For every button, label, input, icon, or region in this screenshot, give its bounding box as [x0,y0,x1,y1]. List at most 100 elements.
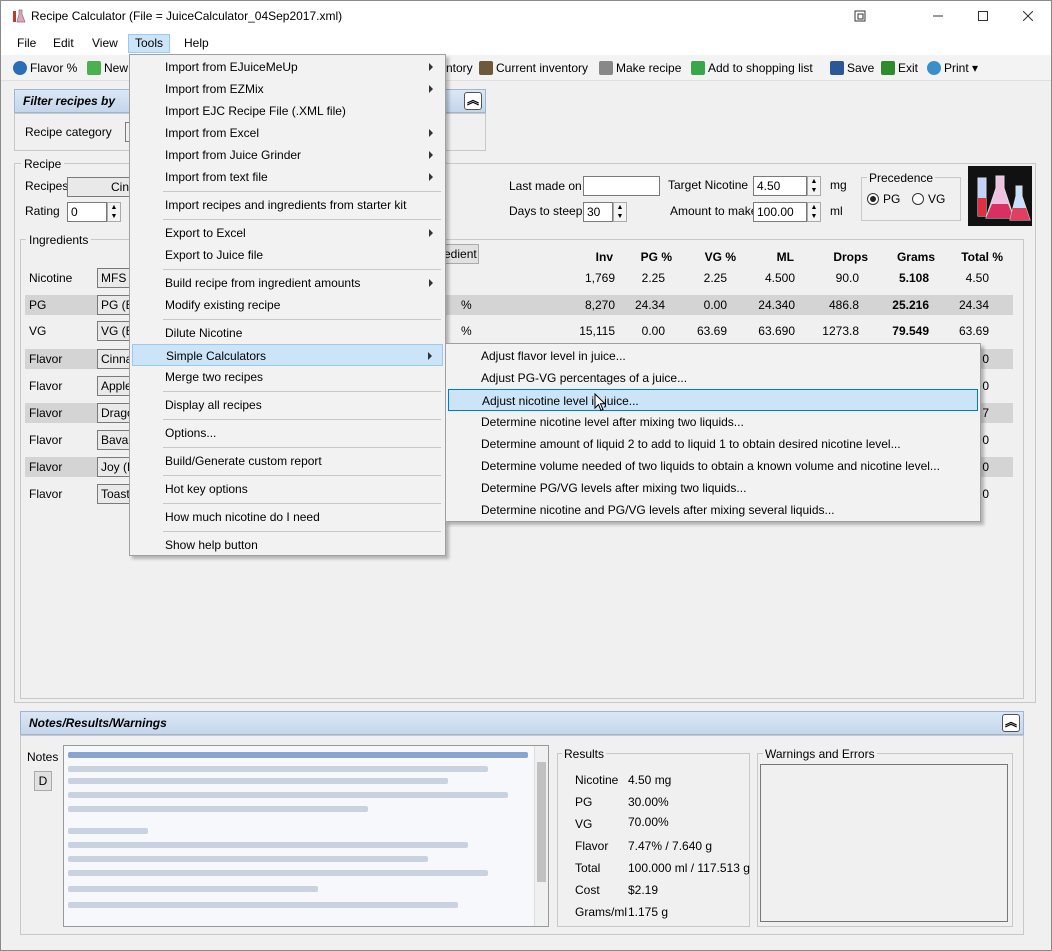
collapse-icon[interactable]: ︽ [1002,714,1020,732]
cell-total: 63.69 [958,324,989,338]
menu-import-ejuicemeup[interactable]: Import from EJuiceMeUp [132,56,443,78]
vg-radio[interactable]: VG [912,192,945,206]
result-key: Total [575,861,601,875]
target-nicotine-input[interactable]: 4.50 [753,176,807,196]
add-shopping-button[interactable]: Add to shopping list [691,60,813,76]
percent-unit: % [461,324,472,338]
notes-scrollbar[interactable] [534,746,548,926]
minimize-button[interactable] [915,1,961,32]
menu-item-label: Import from EJuiceMeUp [165,60,298,74]
menu-item-label: Show help button [165,538,258,552]
maximize-button[interactable] [960,1,1006,32]
menu-simple-calculators[interactable]: Simple Calculators [132,344,443,366]
cell-drops: 486.8 [828,298,859,312]
recipes-label: Recipes [25,179,69,193]
menu-edit[interactable]: Edit [47,35,80,54]
warnings-textarea[interactable] [760,764,1008,922]
menu-separator [163,191,441,192]
menu-import-ejc[interactable]: Import EJC Recipe File (.XML file) [132,100,443,122]
menu-help[interactable]: Help [178,35,215,54]
collapse-icon[interactable]: ︽ [464,92,482,110]
calc-adjust-flavor[interactable]: Adjust flavor level in juice... [448,345,978,367]
title-bar: Recipe Calculator (File = JuiceCalculato… [1,1,1051,32]
menu-file[interactable]: File [11,35,42,54]
calc-several-liquids[interactable]: Determine nicotine and PG/VG levels afte… [448,499,978,521]
menu-custom-report[interactable]: Build/Generate custom report [132,450,443,472]
col-header-vg: VG % [704,250,736,264]
rating-input[interactable]: 0 [67,202,107,222]
menu-view[interactable]: View [86,35,124,54]
menu-item-label: Dilute Nicotine [165,326,243,340]
amount-unit: ml [830,204,843,218]
print-icon [927,61,941,75]
calc-pgvg-after-mixing[interactable]: Determine PG/VG levels after mixing two … [448,477,978,499]
calc-nicotine-after-mixing[interactable]: Determine nicotine level after mixing tw… [448,411,978,433]
menu-show-help[interactable]: Show help button [132,534,443,556]
menu-tools[interactable]: Tools [128,34,171,53]
menu-import-excel[interactable]: Import from Excel [132,122,443,144]
make-recipe-button[interactable]: Make recipe [599,60,681,76]
result-value: 1.175 g [628,905,669,919]
menu-export-juice[interactable]: Export to Juice file [132,244,443,266]
menu-display-all-recipes[interactable]: Display all recipes [132,394,443,416]
result-value: 4.50 mg [628,773,672,787]
inventory-button[interactable]: ntory [446,60,473,76]
menu-item-label: Export to Juice file [165,248,264,262]
cell-vg: 63.69 [696,324,727,338]
menu-build-recipe[interactable]: Build recipe from ingredient amounts [132,272,443,294]
amount-to-make-spinner[interactable]: ▲ ▼ [807,202,821,222]
menu-item-label: Import EJC Recipe File (.XML file) [165,104,346,118]
menu-merge-recipes[interactable]: Merge two recipes [132,366,443,388]
save-button[interactable]: Save [830,60,874,76]
menu-nicotine-need[interactable]: How much nicotine do I need [132,506,443,528]
menu-hot-keys[interactable]: Hot key options [132,478,443,500]
amount-to-make-input[interactable]: 100.00 [753,202,807,222]
menu-modify-recipe[interactable]: Modify existing recipe [132,294,443,316]
print-button[interactable]: Print ▾ [927,60,978,76]
exit-button[interactable]: Exit [881,60,918,76]
calc-volume-two-liquids[interactable]: Determine volume needed of two liquids t… [448,455,978,477]
menu-import-ezmix[interactable]: Import from EZMix [132,78,443,100]
menu-import-juice-grinder[interactable]: Import from Juice Grinder [132,144,443,166]
calc-liquid2-amount[interactable]: Determine amount of liquid 2 to add to l… [448,433,978,455]
recipes-select[interactable]: Cin [67,177,133,197]
calc-adjust-pgvg[interactable]: Adjust PG-VG percentages of a juice... [448,367,978,389]
result-value: 70.00% [628,815,669,829]
rating-spinner[interactable]: ▲ ▼ [107,202,121,222]
menu-import-starter-kit[interactable]: Import recipes and ingredients from star… [132,194,443,216]
new-label: New [104,61,129,75]
menu-export-excel[interactable]: Export to Excel [132,222,443,244]
recipe-category-label: Recipe category [25,125,112,139]
close-button[interactable] [1005,1,1051,32]
current-inventory-button[interactable]: Current inventory [479,60,588,76]
days-steep-input[interactable]: 30 [583,202,613,222]
last-made-label: Last made on [509,179,582,193]
new-button[interactable]: New [87,60,128,76]
recipe-group-label: Recipe [21,157,65,171]
notes-label: Notes [27,750,59,764]
menu-options[interactable]: Options... [132,422,443,444]
notes-textarea[interactable] [63,745,549,927]
add-ingredient-button[interactable]: edient [441,244,479,264]
pg-radio[interactable]: PG [867,192,900,206]
flask-icon [13,9,26,23]
menu-item-label: Hot key options [165,482,248,496]
menu-separator [163,319,441,320]
menu-separator [163,419,441,420]
target-nicotine-spinner[interactable]: ▲ ▼ [807,176,821,196]
row-type: Flavor [29,487,63,501]
last-made-input[interactable] [583,176,660,196]
plus-icon [87,61,101,75]
menu-dilute-nicotine[interactable]: Dilute Nicotine [132,322,443,344]
restore-icon[interactable] [837,1,883,32]
ingredients-group-label: Ingredients [26,233,92,247]
flavor-percent-button[interactable]: Flavor % [13,60,77,76]
col-header-inv: Inv [595,250,613,264]
d-button[interactable]: D [34,771,52,791]
add-shopping-label: Add to shopping list [708,61,813,75]
menu-import-text[interactable]: Import from text file [132,166,443,188]
menu-separator [163,503,441,504]
days-steep-spinner[interactable]: ▲ ▼ [613,202,627,222]
calc-adjust-nicotine[interactable]: Adjust nicotine level in juice... [448,389,978,411]
save-label: Save [847,61,875,75]
